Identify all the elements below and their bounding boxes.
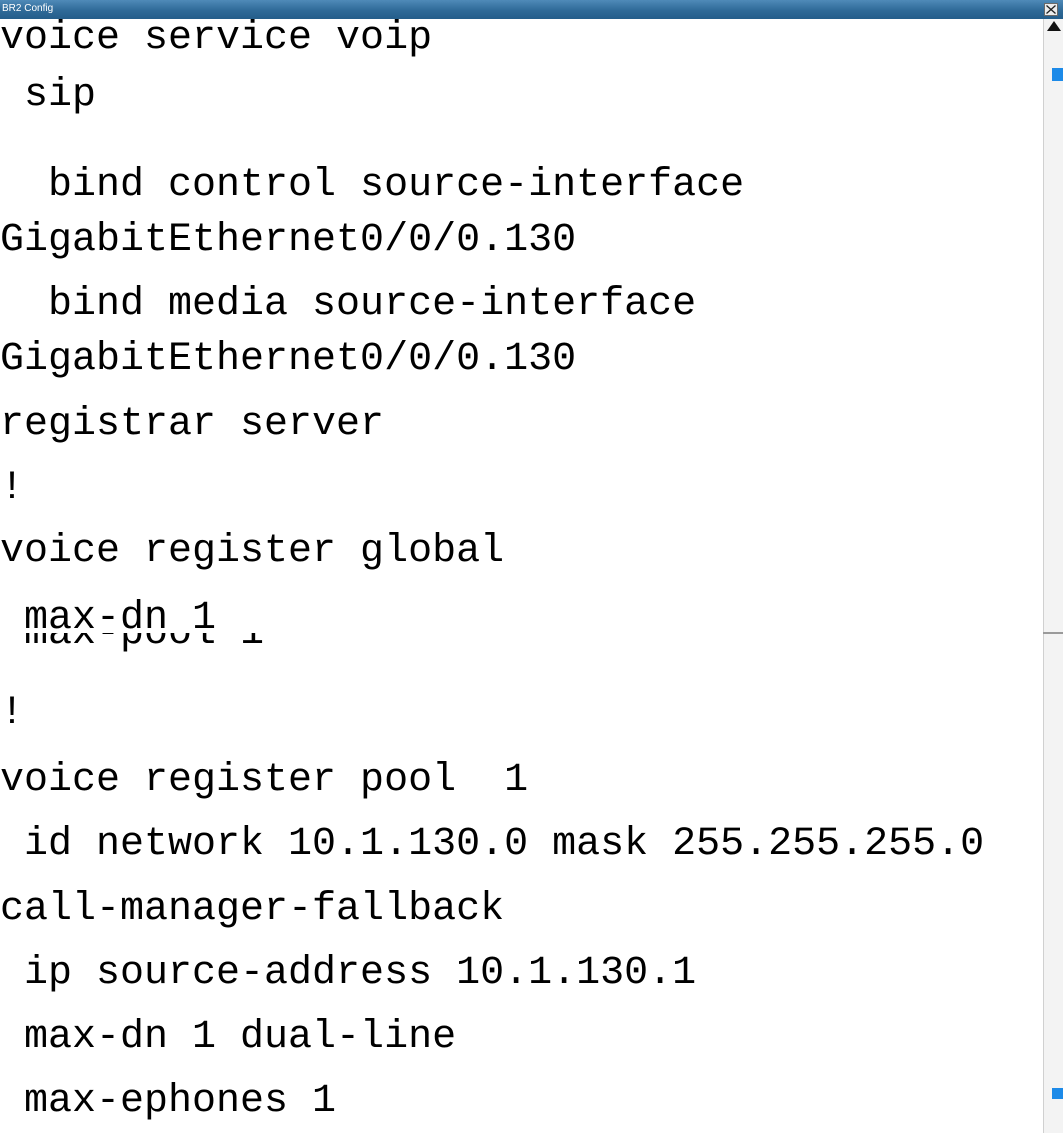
window-title: BR2 Config bbox=[2, 3, 54, 14]
config-line: GigabitEthernet0/0/0.130 bbox=[0, 218, 577, 263]
config-window: BR2 Config voice service voip sip bind c… bbox=[0, 0, 1063, 1133]
config-line: voice register pool 1 bbox=[0, 758, 529, 803]
config-line: voice service voip bbox=[0, 19, 433, 61]
config-line: max-ephones 1 bbox=[0, 1079, 337, 1124]
scroll-thumb[interactable] bbox=[1052, 1088, 1063, 1099]
vertical-scrollbar-bottom[interactable] bbox=[1043, 634, 1063, 1133]
vertical-scrollbar-top[interactable] bbox=[1043, 19, 1063, 632]
config-line: max-dn 1 bbox=[0, 596, 217, 634]
config-line: bind media source-interface bbox=[0, 282, 697, 327]
config-line: ip source-address 10.1.130.1 bbox=[0, 951, 697, 996]
close-button[interactable] bbox=[1044, 3, 1058, 16]
config-line: registrar server bbox=[0, 402, 385, 447]
config-line: bind control source-interface bbox=[0, 163, 745, 208]
config-line: call-manager-fallback bbox=[0, 887, 505, 932]
config-line: GigabitEthernet0/0/0.130 bbox=[0, 337, 577, 382]
config-line: voice register global bbox=[0, 529, 505, 574]
config-line: ! bbox=[0, 691, 25, 736]
scroll-thumb[interactable] bbox=[1052, 68, 1063, 81]
config-line: sip bbox=[0, 73, 97, 118]
config-text-area-bottom[interactable]: max-pool 1 ! voice register pool 1 id ne… bbox=[0, 633, 1043, 1133]
close-icon bbox=[1046, 5, 1056, 14]
config-line: id network 10.1.130.0 mask 255.255.255.0 bbox=[0, 822, 985, 867]
scroll-up-arrow-icon[interactable] bbox=[1047, 21, 1061, 31]
config-line: max-pool 1 bbox=[0, 633, 265, 656]
config-line: ! bbox=[0, 466, 25, 511]
title-bar[interactable]: BR2 Config bbox=[0, 0, 1063, 19]
config-line: max-dn 1 dual-line bbox=[0, 1015, 457, 1060]
config-text-area-top[interactable]: voice service voip sip bind control sour… bbox=[0, 19, 1043, 633]
